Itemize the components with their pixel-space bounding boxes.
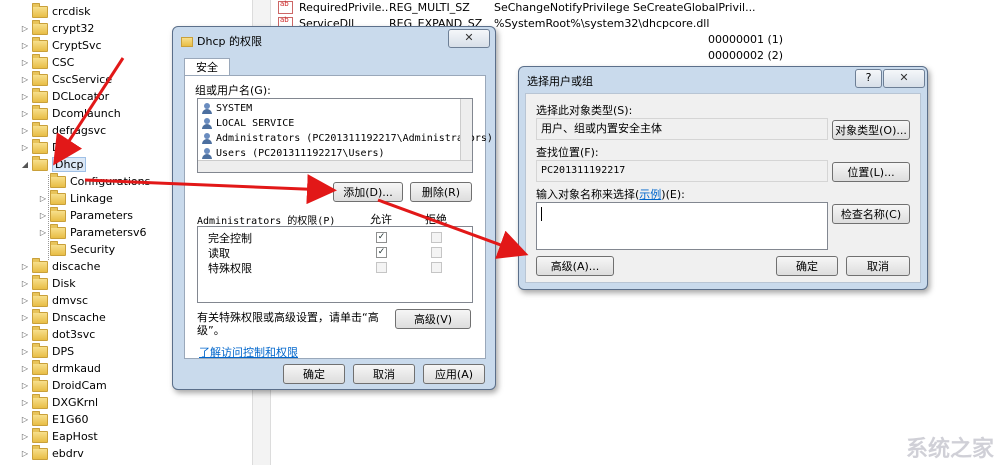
arrow-to-add-button	[84, 174, 337, 205]
annotation-arrows	[53, 57, 529, 259]
watermark: 系统之家	[905, 437, 994, 462]
arrow-to-select-dialog	[377, 198, 529, 259]
arrow-to-dhcp	[53, 57, 125, 166]
